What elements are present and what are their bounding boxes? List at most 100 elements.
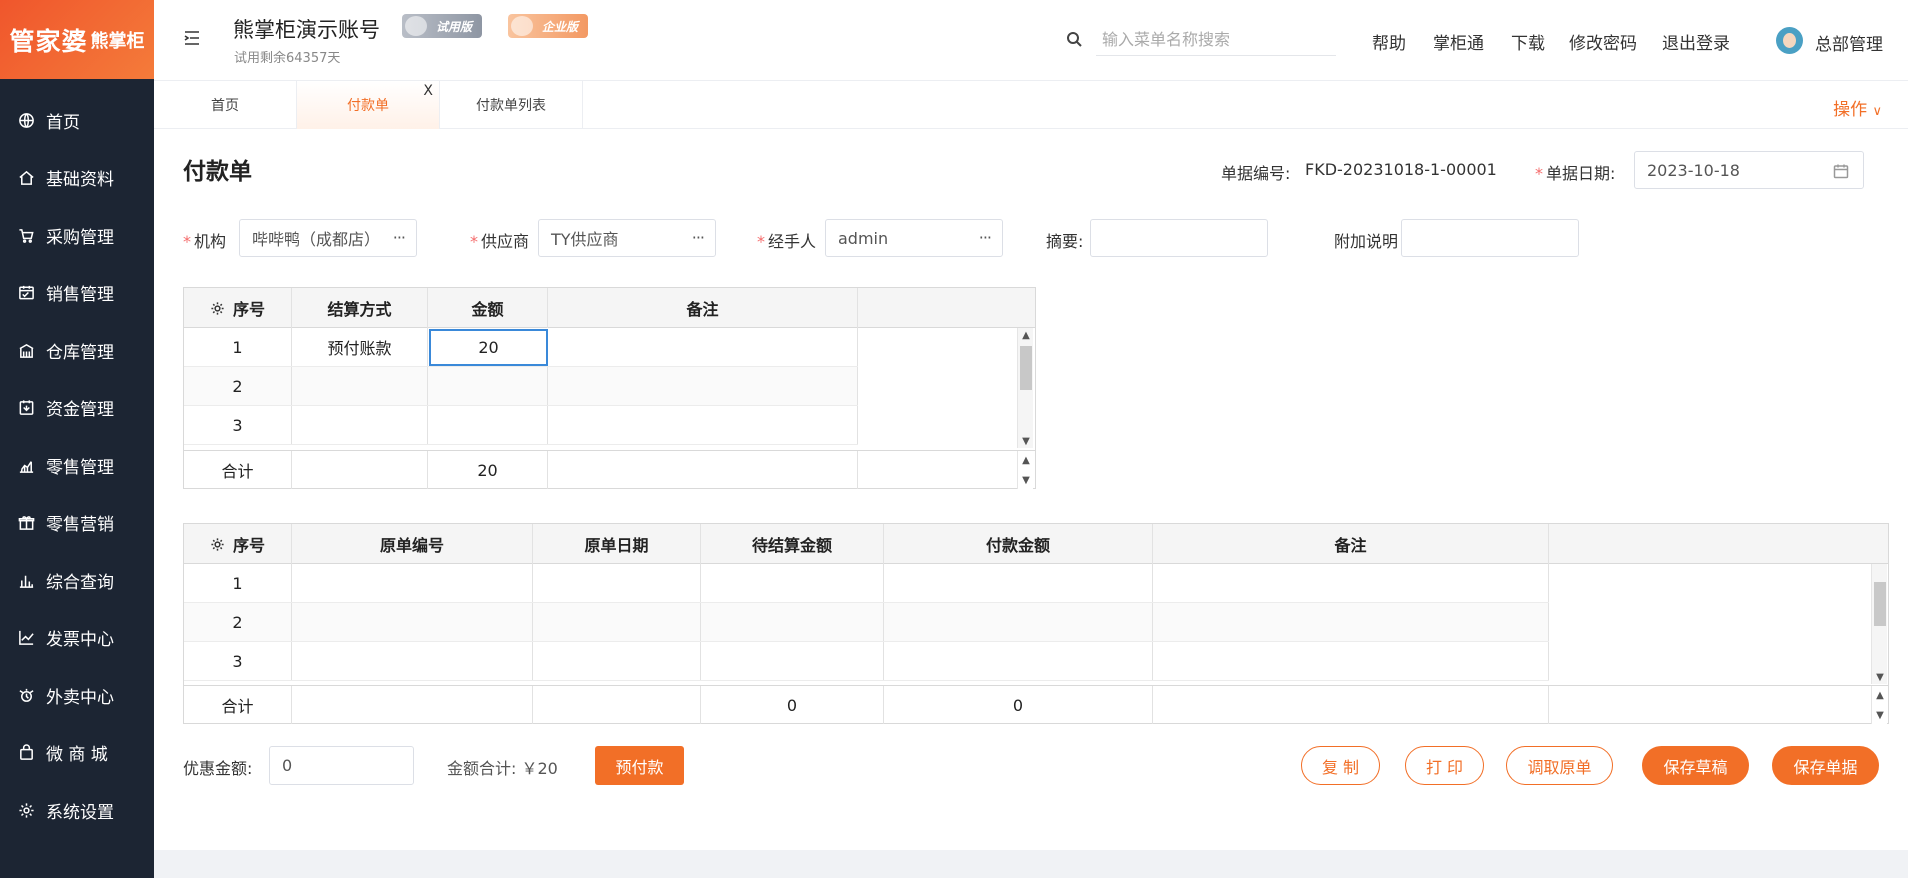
tab-payment-voucher[interactable]: 付款单 X	[297, 81, 440, 129]
source-grid-scrollbar[interactable]: ▼	[1871, 564, 1887, 684]
more-icon[interactable]: ···	[979, 228, 992, 247]
zhangguitong-link[interactable]: 掌柜通	[1433, 29, 1484, 54]
total-pending-amount: 0	[701, 686, 884, 724]
sidebar-item-6[interactable]: 资金管理	[0, 380, 154, 436]
sidebar-item-8[interactable]: 零售营销	[0, 495, 154, 551]
table-row-1-remark[interactable]	[548, 328, 858, 366]
sidebar-item-12[interactable]: 微 商 城	[0, 725, 154, 781]
table-row-1-pending-amount[interactable]	[701, 564, 884, 602]
table-row-3-source-date[interactable]	[533, 642, 701, 680]
user-name[interactable]: 总部管理	[1815, 30, 1883, 55]
save-document-button[interactable]: 保存单据	[1772, 746, 1879, 785]
gear-icon	[17, 801, 35, 819]
table-row-2-pending-amount[interactable]	[701, 603, 884, 641]
table-row-1-source-date[interactable]	[533, 564, 701, 602]
table-row-2-remark[interactable]	[548, 367, 858, 405]
table-row-1-amount[interactable]: 20	[429, 329, 548, 366]
help-link[interactable]: 帮助	[1372, 29, 1406, 54]
table-row-2-remark[interactable]	[1153, 603, 1549, 641]
total-row-scrollbar[interactable]: ▲ ▼	[1871, 686, 1887, 724]
total-row-scrollbar[interactable]: ▲ ▼	[1017, 451, 1033, 489]
sidebar-item-3[interactable]: 采购管理	[0, 207, 154, 263]
sidebar-item-9[interactable]: 综合查询	[0, 552, 154, 608]
user-avatar[interactable]	[1776, 27, 1803, 54]
column-header-source-date[interactable]: 原单日期	[533, 524, 701, 564]
sidebar-item-1[interactable]: 首页	[0, 92, 154, 148]
more-icon[interactable]: ···	[692, 228, 705, 247]
tab-home[interactable]: 首页	[154, 81, 297, 129]
scroll-down-icon[interactable]: ▼	[1872, 708, 1888, 722]
menu-search-input[interactable]	[1096, 24, 1336, 56]
scroll-thumb[interactable]	[1020, 346, 1032, 390]
scroll-up-icon[interactable]: ▲	[1018, 328, 1034, 342]
table-row-1-source-no[interactable]	[292, 564, 533, 602]
discount-input[interactable]: 0	[269, 746, 414, 785]
sidebar-item-10[interactable]: 发票中心	[0, 610, 154, 666]
sidebar-item-2[interactable]: 基础资料	[0, 150, 154, 206]
table-row-2-payment-amount[interactable]	[884, 603, 1153, 641]
logout-link[interactable]: 退出登录	[1662, 29, 1730, 54]
table-row-1-payment-amount[interactable]	[884, 564, 1153, 602]
column-header-no[interactable]: 序号	[184, 288, 292, 328]
table-row-2-source-no[interactable]	[292, 603, 533, 641]
menu-toggle-icon[interactable]	[182, 28, 202, 48]
column-header-remark[interactable]: 备注	[1153, 524, 1549, 564]
brand-logo[interactable]: 管家婆 熊掌柜	[0, 0, 154, 79]
note-input[interactable]	[1401, 219, 1579, 257]
table-row-2-method[interactable]	[292, 367, 428, 405]
gear-icon[interactable]	[210, 301, 225, 316]
fetch-source-button[interactable]: 调取原单	[1506, 746, 1613, 785]
save-draft-button[interactable]: 保存草稿	[1642, 746, 1749, 785]
handler-selector[interactable]: admin ···	[825, 219, 1003, 257]
download-link[interactable]: 下载	[1511, 29, 1545, 54]
summary-input[interactable]	[1090, 219, 1268, 257]
table-row-3-amount[interactable]	[428, 406, 548, 444]
close-icon[interactable]: X	[423, 83, 433, 99]
column-header-method[interactable]: 结算方式	[292, 288, 428, 328]
column-header-pending-amount[interactable]: 待结算金额	[701, 524, 884, 564]
change-password-link[interactable]: 修改密码	[1569, 29, 1637, 54]
calendar-icon[interactable]	[1833, 163, 1849, 179]
scroll-down-icon[interactable]: ▼	[1018, 434, 1034, 448]
gear-icon[interactable]	[210, 537, 225, 552]
more-icon[interactable]: ···	[393, 228, 406, 247]
table-row-3-payment-amount[interactable]	[884, 642, 1153, 680]
search-icon[interactable]	[1066, 31, 1082, 47]
table-row-3-remark[interactable]	[548, 406, 858, 444]
scroll-thumb[interactable]	[1874, 582, 1886, 626]
scroll-up-icon[interactable]: ▲	[1872, 688, 1888, 702]
operations-menu[interactable]: 操作 ∨	[1833, 95, 1882, 120]
table-row-3-method[interactable]	[292, 406, 428, 444]
column-header-remark[interactable]: 备注	[548, 288, 858, 328]
settlement-grid-scrollbar[interactable]: ▲ ▼	[1017, 328, 1033, 448]
doc-date-picker[interactable]: 2023-10-18	[1634, 151, 1864, 189]
prepay-button[interactable]: 预付款	[595, 746, 684, 785]
org-selector[interactable]: 哔哔鸭（成都店） ···	[239, 219, 417, 257]
operations-label: 操作	[1833, 100, 1868, 120]
sidebar-item-5[interactable]: 仓库管理	[0, 322, 154, 378]
sidebar-item-11[interactable]: 外卖中心	[0, 667, 154, 723]
table-row-1-method[interactable]: 预付账款	[292, 328, 428, 366]
sidebar-item-7[interactable]: 零售管理	[0, 437, 154, 493]
table-row-3-pending-amount[interactable]	[701, 642, 884, 680]
scroll-down-icon[interactable]: ▼	[1872, 670, 1888, 684]
tab-home-label: 首页	[211, 98, 239, 114]
print-button[interactable]: 打 印	[1405, 746, 1484, 785]
table-row-1-remark[interactable]	[1153, 564, 1549, 602]
table-row-3-source-no[interactable]	[292, 642, 533, 680]
column-header-payment-amount[interactable]: 付款金额	[884, 524, 1153, 564]
supplier-selector[interactable]: TY供应商 ···	[538, 219, 716, 257]
tab-payment-list[interactable]: 付款单列表	[440, 81, 583, 129]
column-header-source-no[interactable]: 原单编号	[292, 524, 533, 564]
table-row-2-amount[interactable]	[428, 367, 548, 405]
column-header-no[interactable]: 序号	[184, 524, 292, 564]
column-header-amount[interactable]: 金额	[428, 288, 548, 328]
sidebar-item-label: 微 商 城	[46, 745, 108, 765]
sidebar-item-13[interactable]: 系统设置	[0, 782, 154, 838]
table-row-3-remark[interactable]	[1153, 642, 1549, 680]
table-row-2-source-date[interactable]	[533, 603, 701, 641]
scroll-up-icon[interactable]: ▲	[1018, 453, 1034, 467]
sidebar-item-4[interactable]: 销售管理	[0, 265, 154, 321]
copy-button[interactable]: 复 制	[1301, 746, 1380, 785]
scroll-down-icon[interactable]: ▼	[1018, 473, 1034, 487]
